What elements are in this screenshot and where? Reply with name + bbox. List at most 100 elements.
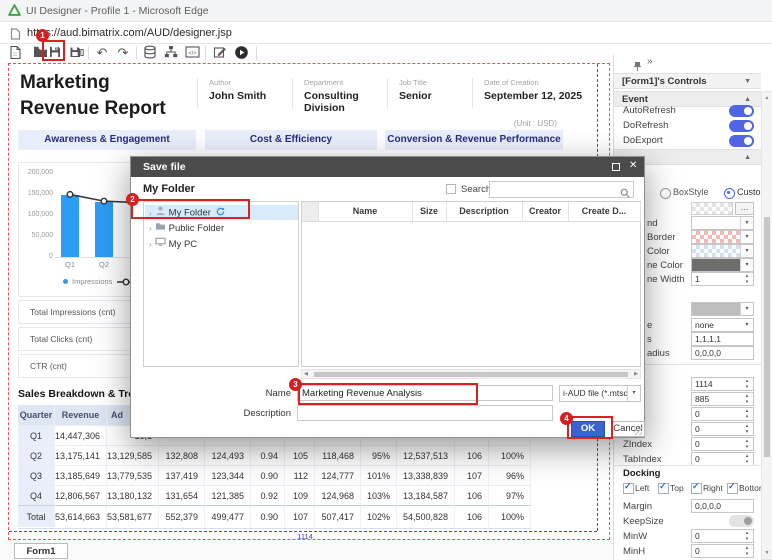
chevron-down-icon: ▾ bbox=[740, 303, 753, 315]
keepsize-toggle[interactable] bbox=[729, 515, 754, 527]
width-spinner[interactable]: 1114▴▾ bbox=[691, 377, 754, 391]
table-cell: 106 bbox=[455, 485, 489, 505]
dock-checkbox-bottom[interactable]: ✓ bbox=[727, 483, 738, 494]
shape-prop-control[interactable]: 1,1,1,1 bbox=[691, 332, 754, 346]
spinner-arrows[interactable]: ▴▾ bbox=[742, 530, 752, 542]
list-header-size[interactable]: Size bbox=[412, 202, 447, 222]
minw-control[interactable]: 0▴▾ bbox=[691, 529, 754, 543]
scroll-up-icon[interactable]: ▲ bbox=[762, 93, 772, 103]
dock-checkbox-right[interactable]: ✓ bbox=[691, 483, 702, 494]
docking-section-title: Docking bbox=[623, 468, 660, 479]
event-label-dorefresh: DoRefresh bbox=[623, 119, 668, 133]
style-prop-control[interactable]: ▾ bbox=[691, 258, 754, 272]
meta-label: Date of Creation bbox=[484, 78, 590, 87]
margin-control[interactable]: 0,0,0,0 bbox=[691, 499, 754, 513]
app-window: UI Designer - Profile 1 - Microsoft Edge… bbox=[0, 0, 772, 560]
scroll-down-icon[interactable]: ▼ bbox=[762, 548, 772, 558]
style-prop-label: ne Width bbox=[647, 273, 685, 287]
spinner-arrows[interactable]: ▴▾ bbox=[742, 438, 752, 450]
style-prop-control[interactable]: 1▴▾ bbox=[691, 272, 754, 286]
expander-icon[interactable]: › bbox=[149, 240, 152, 249]
file-list-hscrollbar[interactable]: ◀ ▶ bbox=[301, 369, 641, 379]
spinner-arrows[interactable]: ▴▾ bbox=[742, 453, 752, 465]
toggle-dorefresh[interactable] bbox=[729, 120, 754, 132]
folder-tree: ›My Folder›Public Folder›My PC bbox=[143, 201, 299, 367]
list-header-description[interactable]: Description bbox=[446, 202, 523, 222]
toggle-knob bbox=[744, 122, 752, 130]
computer-icon bbox=[155, 239, 166, 250]
panel-header-bar[interactable]: [Form1]'s Controls ▼ bbox=[614, 73, 761, 89]
event-label-autorefresh: AutoRefresh bbox=[623, 104, 676, 118]
list-header-creator[interactable]: Creator bbox=[522, 202, 569, 222]
panel-header-title: [Form1]'s Controls bbox=[614, 74, 761, 90]
annotation-step-3: 3 bbox=[289, 378, 302, 391]
resize-grip[interactable] bbox=[634, 427, 642, 435]
shape-prop-control[interactable]: ▾ bbox=[691, 302, 754, 316]
report-tab-3[interactable]: Conversion & Revenue Performance bbox=[385, 130, 563, 150]
scroll-left-icon[interactable]: ◀ bbox=[304, 370, 308, 378]
search-all-checkbox[interactable] bbox=[446, 184, 456, 194]
custom-radio[interactable] bbox=[724, 188, 735, 199]
list-header-name[interactable]: Name bbox=[318, 202, 413, 222]
tabindex-spinner[interactable]: 0▴▾ bbox=[691, 452, 754, 466]
style-prop-control[interactable]: ▾ bbox=[691, 216, 754, 230]
scroll-right-icon[interactable]: ▶ bbox=[634, 370, 638, 378]
scrollbar-thumb[interactable] bbox=[764, 217, 770, 457]
table-cell: 118,468 bbox=[315, 445, 361, 465]
unit-note: (Unit : USD) bbox=[445, 119, 557, 128]
folder-icon bbox=[155, 223, 166, 234]
table-cell: 109 bbox=[285, 485, 315, 505]
shape-prop-control[interactable]: none▾ bbox=[691, 318, 754, 332]
boxstyle-radio[interactable] bbox=[660, 188, 671, 199]
toggle-doexport[interactable] bbox=[729, 135, 754, 147]
section-title: Sales Breakdown & Trend A bbox=[18, 388, 130, 400]
style-prop-control[interactable]: ▾ bbox=[691, 230, 754, 244]
style-swatch[interactable] bbox=[691, 202, 733, 215]
report-tab-2[interactable]: Cost & Efficiency bbox=[205, 130, 377, 150]
minh-control[interactable]: 0▴▾ bbox=[691, 544, 754, 558]
scrollbar-thumb[interactable] bbox=[314, 372, 628, 377]
file-type-select[interactable]: i-AUD file (*.mtsd) ▾ bbox=[559, 385, 641, 402]
y-spinner[interactable]: 0▴▾ bbox=[691, 422, 754, 436]
description-input[interactable] bbox=[297, 405, 553, 421]
expander-icon[interactable]: › bbox=[149, 224, 152, 233]
panel-scrollbar[interactable]: ▲ ▼ bbox=[761, 91, 772, 560]
table-cell: 132,808 bbox=[159, 445, 205, 465]
chevron-down-icon: ▾ bbox=[740, 231, 753, 243]
keepsize-label: KeepSize bbox=[623, 515, 664, 529]
meta-label: Department bbox=[304, 78, 382, 87]
spinner-arrows[interactable]: ▴▾ bbox=[742, 545, 752, 557]
dialog-titlebar[interactable]: Save file ✕ bbox=[131, 157, 644, 177]
name-label: Name bbox=[231, 388, 291, 399]
x-spinner[interactable]: 0▴▾ bbox=[691, 407, 754, 421]
spinner-arrows[interactable]: ▴▾ bbox=[742, 393, 752, 405]
tree-item-public-folder[interactable]: ›Public Folder bbox=[145, 221, 298, 236]
style-prop-label: nd bbox=[647, 217, 658, 231]
dock-checkbox-top[interactable]: ✓ bbox=[658, 483, 669, 494]
collapse-panel-icon[interactable]: » bbox=[647, 56, 653, 67]
table-cell: 124,777 bbox=[315, 465, 361, 485]
chevron-down-icon: ▾ bbox=[741, 319, 753, 331]
search-input[interactable] bbox=[489, 181, 634, 198]
maximize-icon[interactable] bbox=[612, 163, 620, 171]
shape-prop-control[interactable]: 0,0,0,0 bbox=[691, 346, 754, 360]
ellipsis-button[interactable]: … bbox=[735, 202, 754, 215]
list-header-create-d-[interactable]: Create D... bbox=[568, 202, 641, 222]
spinner-arrows[interactable]: ▴▾ bbox=[742, 423, 752, 435]
table-cell: 13,175,141 bbox=[55, 445, 107, 465]
tree-item-my-pc[interactable]: ›My PC bbox=[145, 237, 298, 252]
style-prop-control[interactable]: ▾ bbox=[691, 244, 754, 258]
report-tab-1[interactable]: Awareness & Engagement bbox=[18, 130, 196, 150]
meta-group: DepartmentConsulting Division bbox=[292, 78, 382, 108]
spinner-arrows[interactable]: ▴▾ bbox=[742, 408, 752, 420]
close-icon[interactable]: ✕ bbox=[629, 160, 637, 171]
toggle-autorefresh[interactable] bbox=[729, 105, 754, 117]
spinner-arrows[interactable]: ▴▾ bbox=[742, 378, 752, 390]
height-spinner[interactable]: 885▴▾ bbox=[691, 392, 754, 406]
spinner-arrows[interactable]: ▴▾ bbox=[742, 273, 752, 285]
chevron-down-icon: ▾ bbox=[740, 259, 753, 271]
report-title-line1: Marketing bbox=[20, 72, 110, 94]
zindex-spinner[interactable]: 0▴▾ bbox=[691, 437, 754, 451]
dock-checkbox-left[interactable]: ✓ bbox=[623, 483, 634, 494]
boxstyle-radio-label: BoxStyle bbox=[673, 187, 709, 197]
